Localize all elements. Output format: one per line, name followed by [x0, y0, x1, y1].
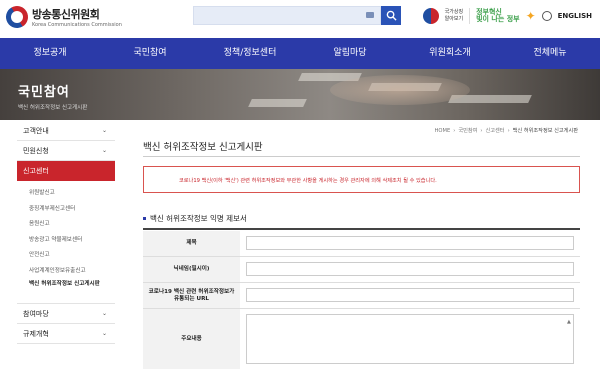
gov-innovation-line2: 빛이 나는 정부: [476, 15, 520, 23]
submenu-item[interactable]: 안전신고: [29, 248, 115, 264]
sidebar-submenu: 위원발신고 중징계부제신고센터 음원신고 방송광고 약물제보센터 안전신고 사업…: [17, 181, 115, 304]
report-form: 제목 닉네임(필시이) 코로나19 백신 관련 허위조작정보가 유통되는 URL…: [143, 231, 580, 369]
breadcrumb-separator: ›: [453, 127, 456, 134]
search-button[interactable]: [381, 6, 401, 25]
banner-title: 국민참여: [18, 85, 70, 100]
sidebar-item-participation-board[interactable]: 참여마당 ⌄: [17, 304, 115, 324]
search-icon: [386, 10, 397, 21]
form-title-text: 백신 허위조작정보 익명 제보서: [150, 214, 247, 223]
form-title: 백신 허위조작정보 익명 제보서: [143, 213, 247, 224]
site-logo[interactable]: 방송통신위원회 Korea Communications Commission: [1, 1, 122, 33]
form-row-url: 코로나19 백신 관련 허위조작정보가 유통되는 URL: [143, 283, 580, 309]
form-row-nickname: 닉네임(필시이): [143, 257, 580, 283]
gov-innovation-logo[interactable]: 정부혁신 빛이 나는 정부: [476, 9, 520, 23]
banner-keyboard-graphic: [248, 99, 307, 107]
logo-subtitle: Korea Communications Commission: [32, 22, 122, 28]
national-symbol-line1: 국가상징: [444, 9, 464, 15]
chevron-down-icon: ⌄: [101, 310, 107, 317]
divider: [469, 8, 471, 24]
breadcrumb: HOME › 국민참여 › 신고센터 › 백신 허위조작정보 신고게시판: [434, 127, 578, 135]
sidebar-item-label: 신고센터: [23, 167, 49, 175]
sidebar-item-label: 민원신청: [23, 147, 49, 155]
notice-text: 코로나19 백신(이하 '백신') 관련 허위조작정보와 무관한 사항을 게시하…: [179, 178, 437, 184]
bullet-icon: [143, 217, 146, 220]
submenu-item[interactable]: 방송광고 약물제보센터: [29, 233, 115, 249]
breadcrumb-separator: ›: [480, 127, 483, 134]
sidebar-item-label: 참여마당: [23, 310, 49, 318]
national-symbol-icon[interactable]: [422, 8, 439, 24]
national-symbol-line2: 알아보기: [444, 16, 464, 22]
field-label: 제목: [143, 231, 240, 256]
sidebar-item-regulatory-reform[interactable]: 규제개혁 ⌄: [17, 324, 115, 344]
main-navigation: 정보공개 국민참여 정책/정보센터 알림마당 위원회소개 전체메뉴: [0, 38, 600, 69]
field-label: 주요내용: [143, 309, 240, 369]
search-bar: [193, 6, 401, 25]
nav-item-all-menu[interactable]: 전체메뉴: [500, 38, 600, 69]
sidebar: 고객안내 ⌄ 민원신청 ⌄ 신고센터 위원발신고 중징계부제신고센터 음원신고 …: [17, 121, 115, 344]
nav-item-participation[interactable]: 국민참여: [100, 38, 200, 69]
sidebar-item-civil-petition[interactable]: 민원신청 ⌄: [17, 141, 115, 161]
nav-item-about[interactable]: 위원회소개: [400, 38, 500, 69]
chevron-down-icon: ⌄: [101, 147, 107, 154]
page-banner: 국민참여 백신 허위조작정보 신고게시판: [0, 69, 600, 120]
chevron-down-icon: ⌄: [101, 127, 107, 134]
page-title: 백신 허위조작정보 신고게시판: [143, 142, 263, 153]
scroll-up-icon[interactable]: ▲: [567, 319, 571, 325]
content-textarea[interactable]: ▲: [246, 314, 574, 364]
kcc-emblem-icon: [1, 1, 33, 33]
field-label: 닉네임(필시이): [143, 257, 240, 282]
sidebar-item-report-center[interactable]: 신고센터: [17, 161, 115, 181]
english-link[interactable]: ENGLISH: [558, 12, 592, 20]
banner-hand-graphic: [330, 75, 470, 105]
nickname-input[interactable]: [246, 262, 574, 276]
breadcrumb-current: 백신 허위조작정보 신고게시판: [512, 128, 578, 134]
field-label: 코로나19 백신 관련 허위조작정보가 유통되는 URL: [143, 283, 240, 308]
breadcrumb-item[interactable]: 신고센터: [485, 127, 504, 134]
header: 방송통신위원회 Korea Communications Commission …: [0, 0, 600, 38]
search-input[interactable]: [193, 6, 381, 25]
title-divider: [143, 156, 580, 157]
breadcrumb-separator: ›: [507, 127, 510, 134]
sparkle-icon: ✦: [525, 9, 536, 23]
banner-subtitle: 백신 허위조작정보 신고게시판: [18, 105, 88, 111]
nav-item-info-disclosure[interactable]: 정보공개: [0, 38, 100, 69]
sidebar-item-label: 고객안내: [23, 127, 49, 135]
submenu-item[interactable]: 음원신고: [29, 217, 115, 233]
nav-item-notice[interactable]: 알림마당: [300, 38, 400, 69]
chevron-down-icon: ⌄: [101, 330, 107, 337]
form-divider: [143, 228, 580, 230]
breadcrumb-home[interactable]: HOME: [434, 128, 450, 134]
form-row-title: 제목: [143, 231, 580, 257]
national-symbol-link[interactable]: 국가상징 알아보기: [445, 9, 463, 23]
url-input[interactable]: [246, 288, 574, 302]
keyboard-icon[interactable]: [366, 12, 374, 18]
breadcrumb-item[interactable]: 국민참여: [458, 127, 477, 134]
nav-item-policy-center[interactable]: 정책/정보센터: [200, 38, 300, 69]
submenu-item-current[interactable]: 백신 허위조작정보 신고게시판: [29, 279, 115, 297]
notice-box: 코로나19 백신(이하 '백신') 관련 허위조작정보와 무관한 사항을 게시하…: [143, 166, 580, 193]
sidebar-item-label: 규제개혁: [23, 330, 49, 338]
globe-icon: [541, 11, 552, 21]
header-utility: 국가상징 알아보기 정부혁신 빛이 나는 정부 ✦ ENGLISH: [422, 8, 592, 24]
sidebar-item-customer-guide[interactable]: 고객안내 ⌄: [17, 121, 115, 141]
submenu-item[interactable]: 위원발신고: [29, 186, 115, 202]
form-row-content: 주요내용 ▲: [143, 309, 580, 369]
submenu-item[interactable]: 중징계부제신고센터: [29, 202, 115, 218]
title-input[interactable]: [246, 236, 574, 250]
logo-name: 방송통신위원회: [32, 8, 100, 21]
submenu-item[interactable]: 사업계계인정보유출신고: [29, 264, 115, 280]
